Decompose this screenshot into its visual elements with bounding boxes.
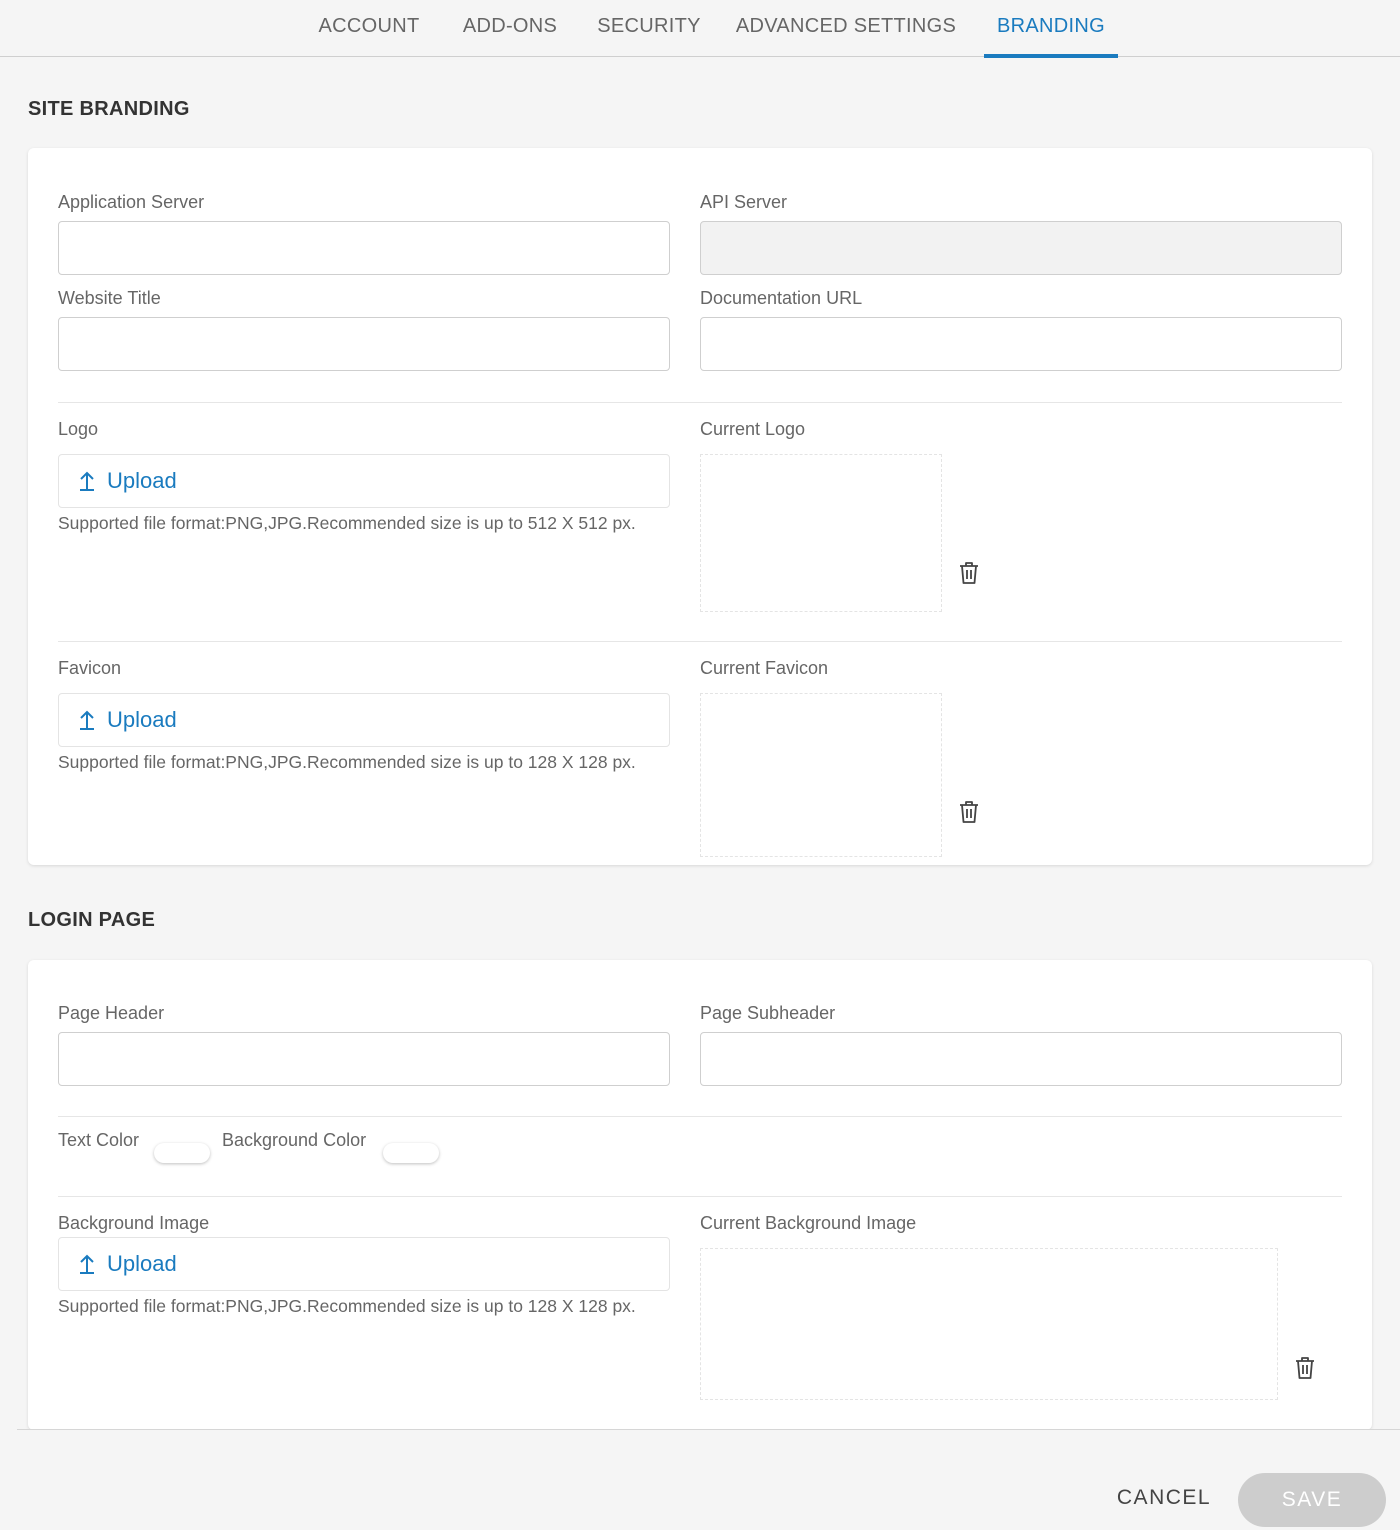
site-branding-card: Application Server API Server Website Ti… — [28, 148, 1372, 865]
background-color-label: Background Color — [222, 1130, 367, 1150]
application-server-label: Application Server — [58, 192, 205, 212]
background-image-format-hint: Supported file format:PNG,JPG.Recommende… — [58, 1296, 636, 1316]
current-logo-preview — [700, 454, 942, 612]
page-header-label: Page Header — [58, 1003, 165, 1023]
website-title-label: Website Title — [58, 288, 161, 308]
favicon-format-hint: Supported file format:PNG,JPG.Recommende… — [58, 752, 636, 772]
tab-bar: ACCOUNT ADD-ONS SECURITY ADVANCED SETTIN… — [0, 0, 1400, 58]
website-title-input[interactable] — [58, 317, 670, 371]
current-background-image-preview — [700, 1248, 1278, 1400]
delete-background-image-trash-icon[interactable] — [1293, 1355, 1317, 1381]
page-subheader-label: Page Subheader — [700, 1003, 836, 1023]
current-background-image-label: Current Background Image — [700, 1213, 917, 1233]
logo-label: Logo — [58, 419, 99, 439]
upload-icon — [77, 470, 97, 492]
tab-advanced-settings[interactable]: ADVANCED SETTINGS — [728, 0, 964, 58]
upload-label: Upload — [107, 468, 177, 493]
text-color-label: Text Color — [58, 1130, 140, 1150]
delete-logo-trash-icon[interactable] — [957, 560, 981, 586]
logo-upload-button[interactable]: Upload — [58, 454, 670, 508]
background-image-upload-button[interactable]: Upload — [58, 1237, 670, 1291]
upload-label: Upload — [107, 1251, 177, 1276]
tab-add-ons[interactable]: ADD-ONS — [450, 0, 570, 58]
background-color-picker[interactable] — [383, 1143, 439, 1163]
documentation-url-label: Documentation URL — [700, 288, 863, 308]
upload-icon — [77, 709, 97, 731]
page-subheader-input[interactable] — [700, 1032, 1342, 1086]
cancel-button[interactable]: CANCEL — [1100, 1475, 1228, 1521]
delete-favicon-trash-icon[interactable] — [957, 799, 981, 825]
current-logo-label: Current Logo — [700, 419, 806, 439]
tab-account[interactable]: ACCOUNT — [308, 0, 430, 58]
text-color-picker[interactable] — [154, 1143, 210, 1163]
login-page-card: Page Header Page Subheader Text Color Ba… — [28, 960, 1372, 1430]
background-image-label: Background Image — [58, 1213, 210, 1233]
api-server-label: API Server — [700, 192, 788, 212]
divider — [58, 1196, 1342, 1197]
favicon-label: Favicon — [58, 658, 122, 678]
tab-security[interactable]: SECURITY — [590, 0, 708, 58]
logo-format-hint: Supported file format:PNG,JPG.Recommende… — [58, 513, 636, 533]
site-branding-title: SITE BRANDING — [28, 98, 190, 120]
api-server-input — [700, 221, 1342, 275]
documentation-url-input[interactable] — [700, 317, 1342, 371]
tab-branding[interactable]: BRANDING — [984, 0, 1118, 58]
favicon-upload-button[interactable]: Upload — [58, 693, 670, 747]
save-button[interactable]: SAVE — [1238, 1473, 1386, 1527]
current-favicon-label: Current Favicon — [700, 658, 829, 678]
divider — [58, 402, 1342, 403]
upload-icon — [77, 1253, 97, 1275]
application-server-input[interactable] — [58, 221, 670, 275]
current-favicon-preview — [700, 693, 942, 857]
divider — [58, 1116, 1342, 1117]
login-page-title: LOGIN PAGE — [28, 909, 156, 931]
upload-label: Upload — [107, 707, 177, 732]
page-header-input[interactable] — [58, 1032, 670, 1086]
divider — [58, 641, 1342, 642]
